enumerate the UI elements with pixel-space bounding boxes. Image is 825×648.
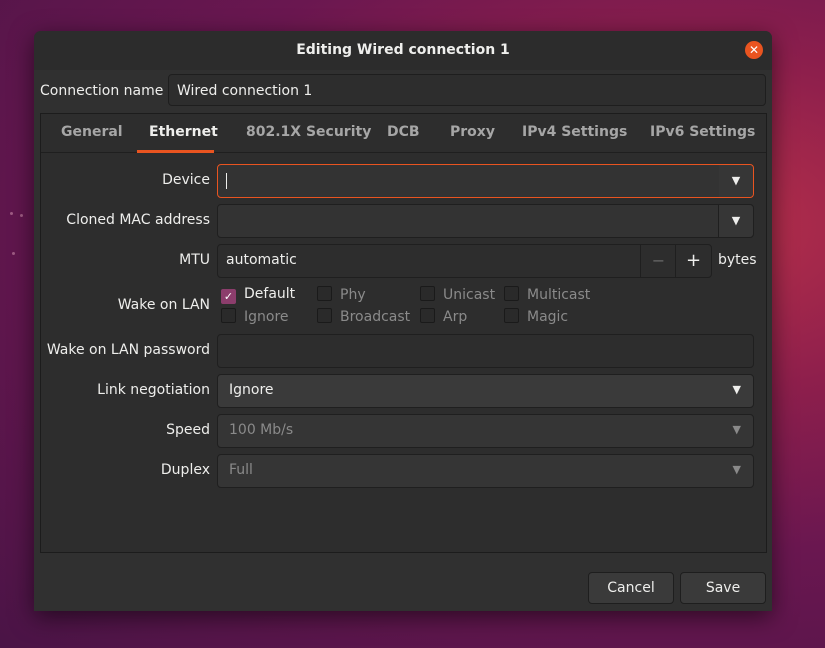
mtu-increment-button[interactable]: + [675, 245, 711, 277]
wallpaper-dot [12, 252, 15, 255]
checkbox-box [420, 286, 435, 301]
link-negotiation-label: Link negotiation [97, 382, 210, 398]
mtu-label: MTU [179, 252, 210, 268]
wake-on-lan-label: Wake on LAN [117, 297, 210, 313]
text-cursor [226, 173, 227, 189]
duplex-value: Full [229, 462, 253, 478]
close-icon: ✕ [748, 43, 760, 57]
tab-ethernet[interactable]: Ethernet [149, 124, 218, 140]
wol-multicast-checkbox[interactable]: Multicast [504, 286, 590, 303]
checkmark-icon: ✓ [221, 289, 236, 304]
wol-phy-checkbox[interactable]: Phy [317, 286, 366, 303]
title-bar: Editing Wired connection 1 ✕ [34, 31, 772, 70]
wol-password-input[interactable] [217, 334, 754, 368]
speed-dropdown[interactable]: 100 Mb/s ▼ [217, 414, 754, 448]
checkbox-box [420, 308, 435, 323]
tab-8021x-security[interactable]: 802.1X Security [246, 124, 371, 140]
chevron-down-icon: ▼ [732, 383, 741, 396]
wol-default-checkbox[interactable]: ✓ Default [221, 286, 295, 304]
connection-name-label: Connection name [40, 83, 164, 99]
mtu-spinbutton[interactable]: automatic − + [217, 244, 712, 278]
dialog-title: Editing Wired connection 1 [296, 42, 510, 58]
active-tab-indicator [137, 150, 214, 153]
duplex-dropdown[interactable]: Full ▼ [217, 454, 754, 488]
wol-magic-checkbox[interactable]: Magic [504, 308, 568, 325]
wol-unicast-checkbox[interactable]: Unicast [420, 286, 495, 303]
wallpaper-dot [10, 212, 13, 215]
checkbox-box [317, 286, 332, 301]
wol-arp-label: Arp [443, 309, 468, 325]
wol-multicast-label: Multicast [527, 287, 591, 303]
settings-notebook: General Ethernet 802.1X Security DCB Pro… [40, 113, 767, 553]
tab-ipv6-settings[interactable]: IPv6 Settings [650, 124, 755, 140]
device-combo[interactable]: ▼ [217, 164, 754, 198]
speed-value: 100 Mb/s [229, 422, 294, 438]
connection-name-input[interactable]: Wired connection 1 [168, 74, 766, 106]
cloned-mac-combo[interactable]: ▼ [217, 204, 754, 238]
tab-general[interactable]: General [61, 124, 123, 140]
chevron-down-icon: ▼ [731, 174, 741, 187]
device-dropdown-button[interactable]: ▼ [719, 165, 753, 197]
cancel-button[interactable]: Cancel [588, 572, 674, 604]
checkbox-box [221, 308, 236, 323]
close-button[interactable]: ✕ [745, 41, 763, 59]
chevron-down-icon: ▼ [731, 214, 741, 227]
wol-broadcast-label: Broadcast [340, 309, 411, 325]
mtu-value: automatic [226, 252, 297, 268]
wol-phy-label: Phy [340, 287, 366, 303]
link-negotiation-value: Ignore [229, 382, 274, 398]
wol-broadcast-checkbox[interactable]: Broadcast [317, 308, 410, 325]
mtu-unit-label: bytes [718, 252, 757, 268]
cloned-mac-label: Cloned MAC address [66, 212, 210, 228]
wol-password-label: Wake on LAN password [46, 342, 210, 358]
duplex-label: Duplex [160, 462, 210, 478]
device-input[interactable] [218, 165, 720, 197]
wol-arp-checkbox[interactable]: Arp [420, 308, 467, 325]
chevron-down-icon: ▼ [732, 423, 741, 436]
wol-default-label: Default [244, 286, 296, 302]
checkbox-box [317, 308, 332, 323]
speed-label: Speed [166, 422, 210, 438]
tab-ipv4-settings[interactable]: IPv4 Settings [522, 124, 627, 140]
wallpaper-dot [20, 214, 23, 217]
chevron-down-icon: ▼ [732, 463, 741, 476]
connection-editor-dialog: Editing Wired connection 1 ✕ Connection … [34, 31, 772, 611]
wol-unicast-label: Unicast [443, 287, 496, 303]
wol-magic-label: Magic [527, 309, 569, 325]
mtu-decrement-button[interactable]: − [640, 245, 676, 277]
save-button[interactable]: Save [680, 572, 766, 604]
tab-proxy[interactable]: Proxy [450, 124, 495, 140]
device-label: Device [162, 172, 210, 188]
wol-ignore-label: Ignore [244, 309, 289, 325]
checkbox-box [504, 286, 519, 301]
checkbox-box [504, 308, 519, 323]
tab-bar: General Ethernet 802.1X Security DCB Pro… [41, 114, 766, 153]
wol-ignore-checkbox[interactable]: Ignore [221, 308, 289, 325]
tab-dcb[interactable]: DCB [387, 124, 420, 140]
link-negotiation-dropdown[interactable]: Ignore ▼ [217, 374, 754, 408]
cloned-mac-dropdown-button[interactable]: ▼ [718, 205, 753, 237]
